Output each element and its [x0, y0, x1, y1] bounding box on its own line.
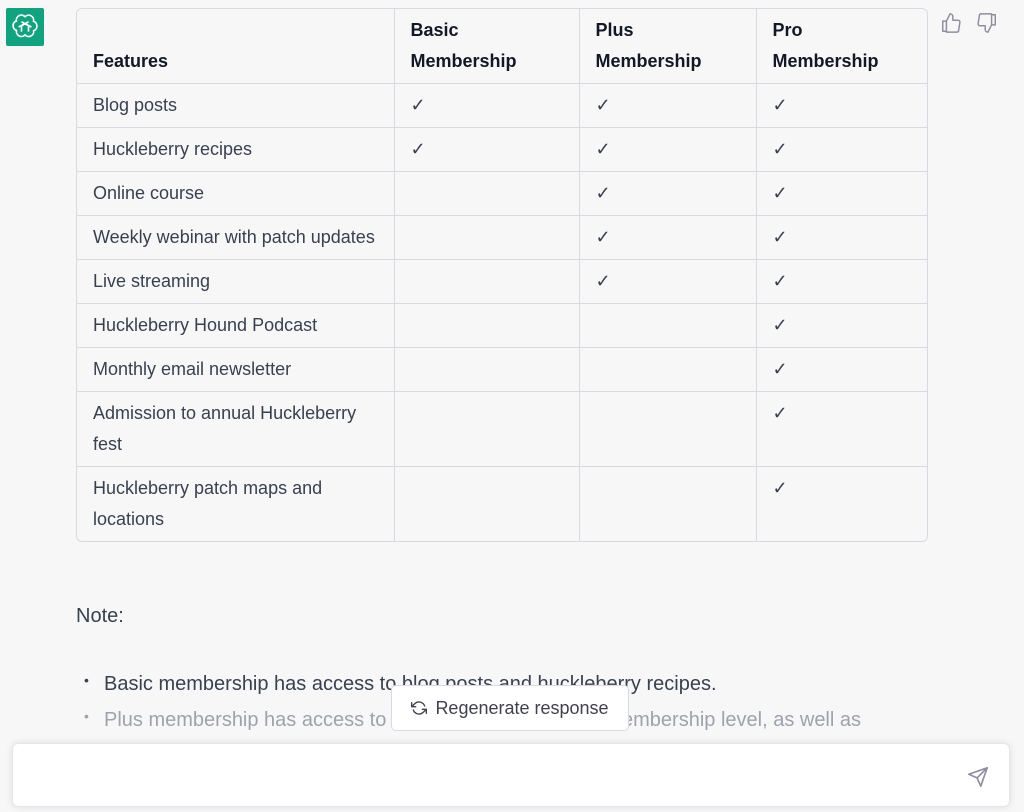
table-row: Weekly webinar with patch updates ✓ ✓	[77, 215, 927, 260]
feature-cell: Online course	[77, 171, 395, 216]
feature-cell: Weekly webinar with patch updates	[77, 215, 395, 260]
feature-cell: Monthly email newsletter	[77, 347, 395, 392]
note-heading: Note:	[76, 605, 124, 627]
send-button[interactable]	[967, 766, 989, 788]
pro-cell: ✓	[756, 303, 927, 348]
basic-cell	[394, 215, 580, 260]
pro-cell: ✓	[756, 127, 927, 172]
feedback-buttons	[940, 12, 998, 34]
basic-cell	[394, 259, 580, 304]
pro-cell: ✓	[756, 259, 927, 304]
table-row: Huckleberry patch maps and locations ✓	[77, 466, 927, 541]
plus-cell: ✓	[579, 215, 757, 260]
table-row: Monthly email newsletter ✓	[77, 347, 927, 392]
thumbs-up-icon[interactable]	[940, 12, 962, 34]
message-composer	[12, 743, 1010, 807]
regenerate-label: Regenerate response	[435, 697, 609, 718]
basic-cell: ✓	[394, 83, 580, 128]
pro-cell: ✓	[772, 478, 788, 498]
send-icon	[968, 767, 988, 787]
feature-cell: Live streaming	[77, 259, 395, 304]
assistant-avatar	[6, 8, 44, 46]
pro-cell: ✓	[756, 83, 927, 128]
membership-table: Features Basic Membership Plus Membership …	[76, 8, 928, 542]
header-basic: Basic Membership	[394, 9, 580, 84]
basic-cell	[394, 391, 580, 467]
plus-cell	[579, 347, 757, 392]
feature-cell: Admission to annual Huckleberry fest	[77, 391, 395, 467]
plus-cell	[579, 303, 757, 348]
plus-cell: ✓	[579, 127, 757, 172]
thumbs-down-icon[interactable]	[976, 12, 998, 34]
header-features: Features	[77, 9, 395, 84]
plus-cell: ✓	[579, 83, 757, 128]
feature-cell: Blog posts	[77, 83, 395, 128]
table-row: Online course ✓ ✓	[77, 171, 927, 216]
basic-cell	[394, 466, 580, 541]
basic-cell	[394, 347, 580, 392]
pro-cell: ✓	[756, 171, 927, 216]
feature-cell: Huckleberry recipes	[77, 127, 395, 172]
pro-cell: ✓	[756, 391, 927, 467]
table-header-row: Features Basic Membership Plus Membership …	[77, 9, 927, 84]
refresh-icon	[411, 701, 428, 715]
plus-cell	[579, 391, 757, 467]
table-row: Admission to annual Huckleberry fest ✓	[77, 391, 927, 467]
pro-cell: ✓	[756, 215, 927, 260]
header-pro: Pro Membership	[756, 9, 927, 84]
pro-cell: ✓	[756, 347, 927, 392]
feature-cell: Huckleberry Hound Podcast	[77, 303, 395, 348]
basic-cell	[394, 303, 580, 348]
plus-cell	[579, 466, 757, 541]
plus-cell: ✓	[579, 171, 757, 216]
table-row: Huckleberry recipes ✓ ✓ ✓	[77, 127, 927, 172]
plus-cell: ✓	[579, 259, 757, 304]
table-row: Blog posts ✓ ✓ ✓	[77, 83, 927, 128]
regenerate-response-button[interactable]: Regenerate response	[391, 685, 629, 731]
message-input[interactable]	[29, 762, 953, 794]
header-plus: Plus Membership	[579, 9, 757, 84]
openai-logo-icon	[12, 14, 38, 38]
table-row: Huckleberry Hound Podcast ✓	[77, 303, 927, 348]
basic-cell: ✓	[394, 127, 580, 172]
basic-cell	[394, 171, 580, 216]
feature-cell: Huckleberry patch maps and locations	[77, 466, 395, 541]
table-row: Live streaming ✓ ✓	[77, 259, 927, 304]
